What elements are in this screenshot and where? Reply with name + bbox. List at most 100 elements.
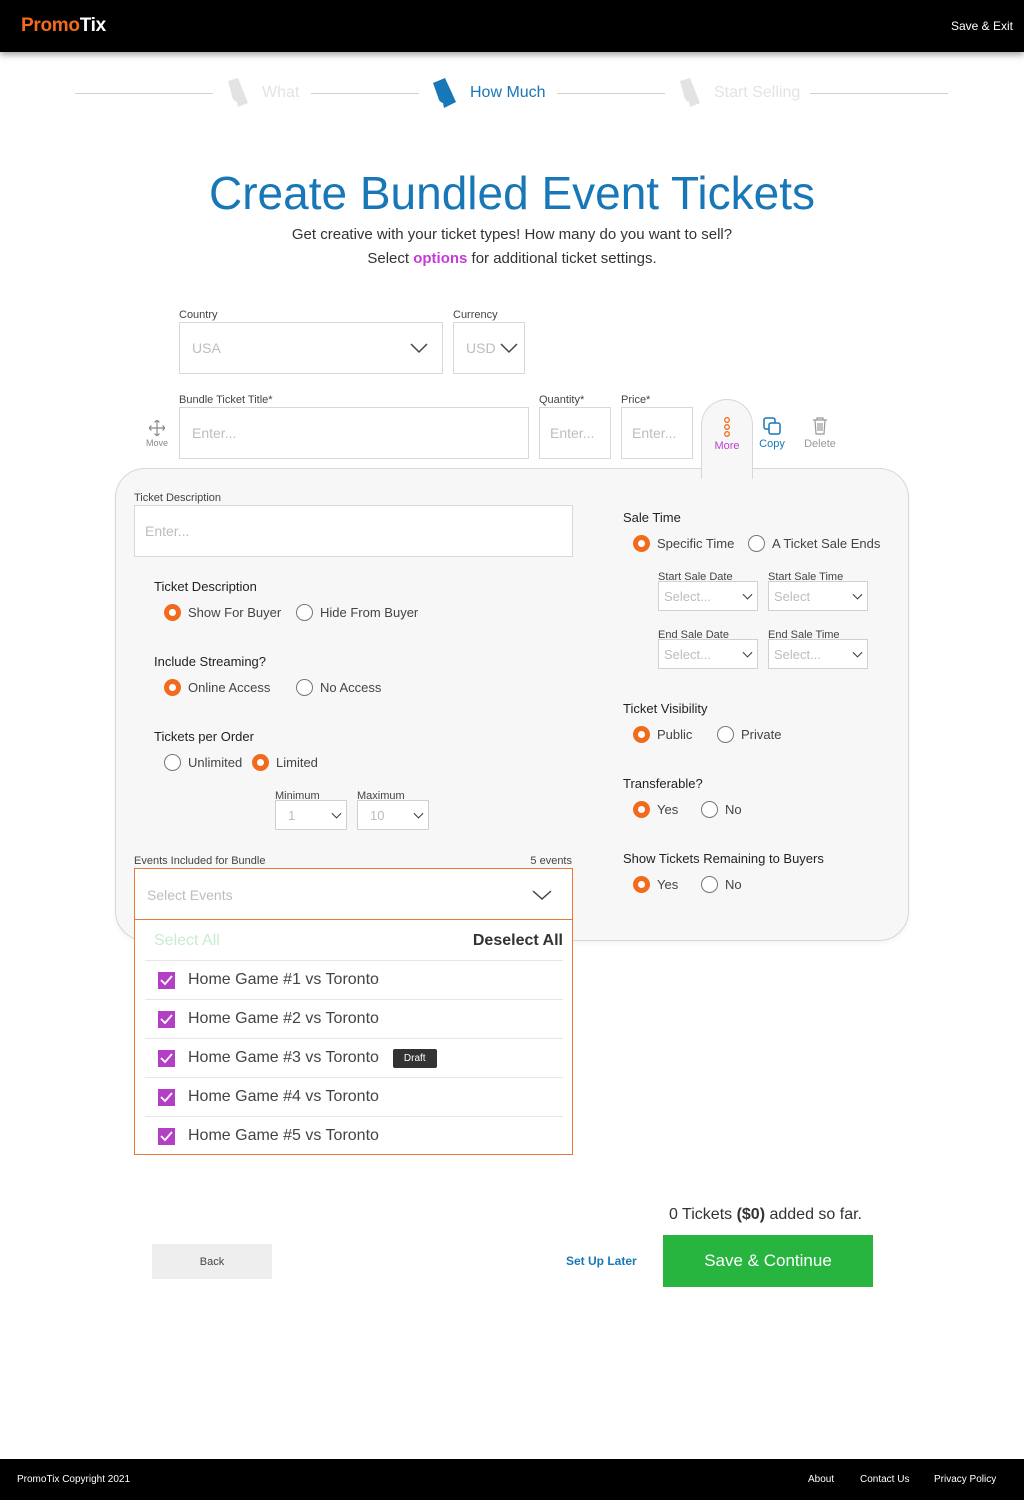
radio-remaining-yes[interactable]: Yes bbox=[633, 876, 678, 893]
page-subtitle: Get creative with your ticket types! How… bbox=[291, 226, 733, 243]
step-start-selling[interactable]: Start Selling bbox=[676, 76, 800, 110]
radio-hide-from-buyer[interactable]: Hide From Buyer bbox=[296, 604, 418, 621]
top-bar: PromoTix Save & Exit bbox=[0, 0, 1024, 52]
radio-ticket-sale-ends[interactable]: A Ticket Sale Ends bbox=[748, 535, 880, 552]
start-sale-date-select[interactable]: Select... bbox=[658, 581, 758, 611]
more-button[interactable]: More bbox=[703, 417, 751, 452]
check-icon bbox=[160, 1052, 173, 1063]
end-sale-time-select[interactable]: Select... bbox=[768, 639, 868, 669]
caret-down-icon bbox=[331, 808, 342, 819]
currency-select[interactable]: USD bbox=[453, 322, 525, 374]
radio-dot bbox=[633, 801, 650, 818]
event-item[interactable]: Home Game #3 vs Toronto Draft bbox=[145, 1038, 563, 1077]
check-icon bbox=[160, 1091, 173, 1102]
checkbox-checked[interactable] bbox=[158, 1010, 175, 1028]
events-dropdown: Select Events Select All Deselect All Ho… bbox=[134, 868, 573, 1155]
radio-unlimited[interactable]: Unlimited bbox=[164, 754, 242, 771]
radio-show-for-buyer[interactable]: Show For Buyer bbox=[164, 604, 281, 621]
options-link[interactable]: options bbox=[413, 250, 467, 267]
quantity-input[interactable]: Enter... bbox=[539, 407, 611, 459]
step-how-much[interactable]: How Much bbox=[430, 76, 546, 110]
caret-down-icon bbox=[742, 589, 753, 600]
country-label: Country bbox=[179, 309, 218, 321]
radio-dot bbox=[164, 679, 181, 696]
checkbox-checked[interactable] bbox=[158, 1088, 175, 1106]
chevron-down-icon bbox=[532, 890, 552, 901]
caret-down-icon bbox=[852, 589, 863, 600]
description-visibility-title: Ticket Description bbox=[154, 579, 257, 594]
bundle-title-input[interactable]: Enter... bbox=[179, 407, 529, 459]
event-item[interactable]: Home Game #4 vs Toronto bbox=[145, 1077, 563, 1116]
radio-online-access[interactable]: Online Access bbox=[164, 679, 270, 696]
radio-dot bbox=[701, 876, 718, 893]
price-input[interactable]: Enter... bbox=[621, 407, 693, 459]
page-title: Create Bundled Event Tickets bbox=[209, 167, 815, 219]
country-select[interactable]: USA bbox=[179, 322, 443, 374]
chevron-down-icon bbox=[500, 343, 518, 354]
checkbox-checked[interactable] bbox=[158, 1127, 175, 1145]
tickets-summary: 0 Tickets ($0) added so far. bbox=[669, 1206, 862, 1223]
radio-no-access[interactable]: No Access bbox=[296, 679, 381, 696]
events-select-trigger[interactable]: Select Events bbox=[135, 869, 572, 920]
move-handle[interactable]: Move bbox=[145, 419, 169, 448]
delete-button[interactable]: Delete bbox=[803, 417, 837, 450]
check-icon bbox=[160, 1130, 173, 1141]
radio-remaining-no[interactable]: No bbox=[701, 876, 742, 893]
ticket-icon bbox=[680, 78, 700, 107]
set-up-later-link[interactable]: Set Up Later bbox=[566, 1254, 637, 1268]
step-what[interactable]: What bbox=[224, 76, 299, 110]
event-item[interactable]: Home Game #1 vs Toronto bbox=[145, 960, 563, 999]
radio-transferable-yes[interactable]: Yes bbox=[633, 801, 678, 818]
back-button[interactable]: Back bbox=[152, 1244, 272, 1279]
check-icon bbox=[160, 974, 173, 985]
currency-label: Currency bbox=[453, 309, 498, 321]
promotix-logo[interactable]: PromoTix bbox=[21, 15, 106, 37]
events-label: Events Included for Bundle bbox=[134, 855, 266, 867]
copy-icon bbox=[763, 417, 781, 435]
radio-dot bbox=[717, 726, 734, 743]
save-exit-link[interactable]: Save & Exit bbox=[951, 19, 1013, 33]
draft-badge: Draft bbox=[392, 1048, 437, 1068]
footer: PromoTix Copyright 2021 About Contact Us… bbox=[0, 1459, 1024, 1500]
transferable-title: Transferable? bbox=[623, 776, 703, 791]
copyright-text: PromoTix Copyright 2021 bbox=[17, 1474, 131, 1485]
ticket-description-label: Ticket Description bbox=[134, 492, 222, 504]
radio-specific-time[interactable]: Specific Time bbox=[633, 535, 734, 552]
radio-public[interactable]: Public bbox=[633, 726, 692, 743]
ticket-description-input[interactable]: Enter... bbox=[134, 505, 573, 557]
copy-button[interactable]: Copy bbox=[757, 417, 787, 450]
radio-dot bbox=[633, 726, 650, 743]
check-icon bbox=[160, 1013, 173, 1024]
deselect-all-link[interactable]: Deselect All bbox=[473, 932, 563, 950]
checkbox-checked[interactable] bbox=[158, 971, 175, 989]
ticket-icon bbox=[228, 78, 248, 107]
select-all-link[interactable]: Select All bbox=[154, 932, 220, 950]
bundle-title-label: Bundle Ticket Title* bbox=[179, 394, 273, 406]
save-continue-button[interactable]: Save & Continue bbox=[663, 1235, 873, 1287]
stepper-line bbox=[75, 93, 213, 94]
event-item[interactable]: Home Game #5 vs Toronto bbox=[145, 1116, 563, 1155]
end-sale-date-select[interactable]: Select... bbox=[658, 639, 758, 669]
move-icon bbox=[148, 419, 166, 437]
minimum-select[interactable]: 1 bbox=[275, 800, 347, 830]
tickets-remaining-title: Show Tickets Remaining to Buyers bbox=[623, 851, 824, 866]
event-item[interactable]: Home Game #2 vs Toronto bbox=[145, 999, 563, 1038]
caret-down-icon bbox=[413, 808, 424, 819]
footer-about-link[interactable]: About bbox=[808, 1474, 834, 1485]
streaming-title: Include Streaming? bbox=[154, 654, 267, 669]
radio-dot bbox=[701, 801, 718, 818]
maximum-select[interactable]: 10 bbox=[357, 800, 429, 830]
footer-contact-link[interactable]: Contact Us bbox=[860, 1474, 909, 1485]
start-sale-time-select[interactable]: Select bbox=[768, 581, 868, 611]
more-vertical-icon bbox=[724, 417, 730, 437]
radio-limited[interactable]: Limited bbox=[252, 754, 318, 771]
checkbox-checked[interactable] bbox=[158, 1049, 175, 1067]
radio-transferable-no[interactable]: No bbox=[701, 801, 742, 818]
caret-down-icon bbox=[852, 647, 863, 658]
tickets-per-order-title: Tickets per Order bbox=[154, 729, 254, 744]
chevron-down-icon bbox=[410, 343, 428, 354]
radio-private[interactable]: Private bbox=[717, 726, 781, 743]
page-subtitle-options: Select options for additional ticket set… bbox=[367, 250, 657, 267]
footer-privacy-link[interactable]: Privacy Policy bbox=[934, 1474, 996, 1485]
radio-dot bbox=[296, 604, 313, 621]
